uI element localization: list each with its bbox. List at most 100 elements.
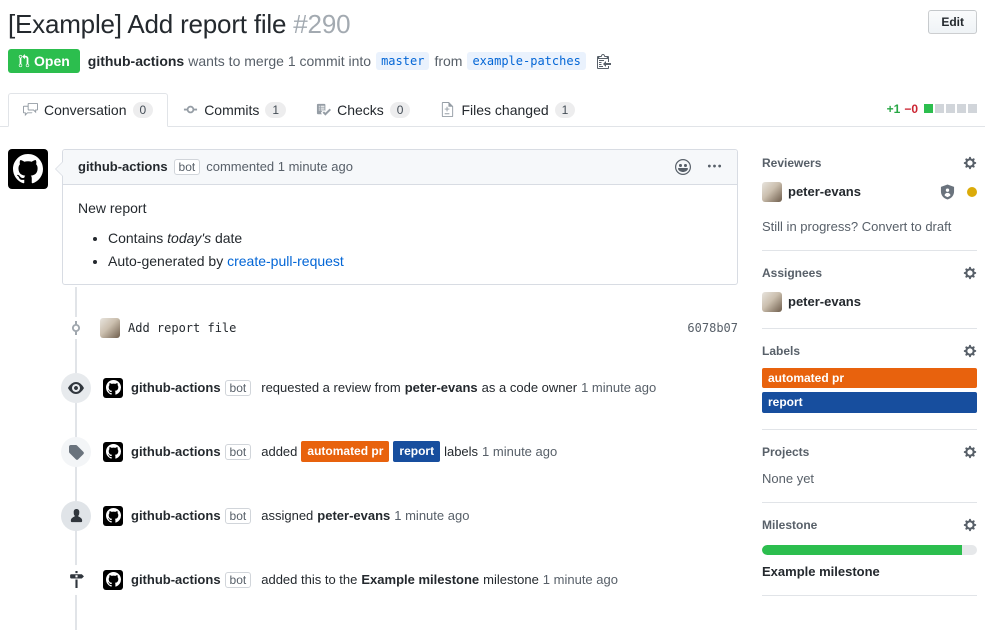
tab-commits-count: 1 bbox=[265, 102, 286, 118]
edit-button[interactable]: Edit bbox=[928, 10, 977, 34]
bullet-text: date bbox=[215, 230, 242, 246]
tab-conversation-count: 0 bbox=[133, 102, 154, 118]
bullet-text: Auto-generated by bbox=[108, 253, 223, 269]
assignee-link[interactable]: peter-evans bbox=[317, 508, 390, 523]
sidebar-section-milestone: Milestone Example milestone bbox=[762, 502, 977, 595]
sidebar-section-labels: Labels automated pr report bbox=[762, 328, 977, 430]
merge-text-1: wants to merge 1 commit into bbox=[188, 53, 371, 69]
comment-header: github-actions bot commented 1 minute ag… bbox=[63, 150, 737, 185]
comment-list: Contains today's date Auto-generated by … bbox=[78, 230, 722, 269]
file-diff-icon bbox=[440, 102, 455, 117]
tab-checks[interactable]: Checks 0 bbox=[301, 93, 425, 127]
status-badge-label: Open bbox=[34, 53, 70, 69]
reviewer-name[interactable]: peter-evans bbox=[788, 184, 861, 199]
actor-link[interactable]: github-actions bbox=[131, 508, 221, 523]
event-text: labels bbox=[444, 444, 478, 459]
diff-stats[interactable]: +1 −0 bbox=[887, 102, 977, 126]
pr-meta: Open github-actions wants to merge 1 com… bbox=[8, 49, 977, 73]
timeline-event-labels-added: github-actions bot added automated pr re… bbox=[8, 437, 738, 467]
tab-commits[interactable]: Commits 1 bbox=[168, 93, 301, 127]
assignee-avatar[interactable] bbox=[762, 292, 782, 312]
tab-checks-count: 0 bbox=[390, 102, 411, 118]
gear-icon[interactable] bbox=[963, 344, 977, 358]
actor-link[interactable]: github-actions bbox=[131, 444, 221, 459]
tab-conversation-label: Conversation bbox=[44, 102, 127, 118]
list-item: Contains today's date bbox=[108, 230, 722, 246]
actor-link[interactable]: github-actions bbox=[131, 380, 221, 395]
sidebar-divider bbox=[762, 595, 977, 596]
gear-icon[interactable] bbox=[963, 156, 977, 170]
person-icon bbox=[61, 501, 91, 531]
diff-block bbox=[946, 104, 955, 113]
convert-to-draft-link[interactable]: Convert to draft bbox=[862, 219, 952, 234]
list-item: Auto-generated by create-pull-request bbox=[108, 253, 722, 269]
reviewer-avatar[interactable] bbox=[762, 182, 782, 202]
commit-row: Add report file 6078b07 bbox=[8, 317, 738, 339]
milestone-name-link[interactable]: Example milestone bbox=[762, 564, 977, 579]
github-actions-avatar[interactable] bbox=[8, 149, 48, 189]
commit-message-link[interactable]: Add report file bbox=[128, 321, 236, 335]
actor-link[interactable]: github-actions bbox=[131, 572, 221, 587]
milestone-progress-fill bbox=[762, 545, 962, 555]
timeline-event-milestoned: github-actions bot added this to the Exa… bbox=[8, 565, 738, 595]
sidebar-section-assignees: Assignees peter-evans bbox=[762, 250, 977, 328]
label-automated-pr[interactable]: automated pr bbox=[762, 368, 977, 389]
comment-actions bbox=[675, 159, 722, 175]
event-text: assigned bbox=[261, 508, 313, 523]
sidebar-section-reviewers: Reviewers peter-evans bbox=[762, 149, 977, 250]
github-actions-avatar[interactable] bbox=[103, 378, 123, 398]
pr-tab-bar: Conversation 0 Commits 1 Checks 0 Files … bbox=[0, 93, 985, 127]
event-timestamp[interactable]: 1 minute ago bbox=[394, 508, 469, 523]
event-text: as a code owner bbox=[482, 380, 577, 395]
comment-author-link[interactable]: github-actions bbox=[78, 159, 168, 174]
event-timestamp[interactable]: 1 minute ago bbox=[581, 380, 656, 395]
pr-title: [Example] Add report file bbox=[8, 9, 286, 39]
gear-icon[interactable] bbox=[963, 266, 977, 280]
commit-sha-link[interactable]: 6078b07 bbox=[687, 321, 738, 335]
committer-avatar[interactable] bbox=[100, 318, 120, 338]
event-text: requested a review from bbox=[261, 380, 400, 395]
tab-files-changed[interactable]: Files changed 1 bbox=[425, 93, 590, 127]
reviewer-link[interactable]: peter-evans bbox=[405, 380, 478, 395]
event-text: added bbox=[261, 444, 297, 459]
diff-block bbox=[957, 104, 966, 113]
pr-number: #290 bbox=[293, 9, 350, 39]
github-actions-avatar[interactable] bbox=[103, 506, 123, 526]
sidebar-section-projects: Projects None yet bbox=[762, 429, 977, 502]
label-report[interactable]: report bbox=[762, 392, 977, 413]
milestone-progress-bar bbox=[762, 545, 977, 555]
timeline-event-assigned: github-actions bot assigned peter-evans … bbox=[8, 501, 738, 531]
copy-branch-icon[interactable] bbox=[597, 53, 611, 69]
event-text: added this to the bbox=[261, 572, 357, 587]
timeline: Add report file 6078b07 github-actions b… bbox=[8, 317, 738, 630]
diff-block bbox=[935, 104, 944, 113]
github-actions-avatar[interactable] bbox=[103, 570, 123, 590]
label-report[interactable]: report bbox=[393, 441, 440, 461]
tab-files-changed-label: Files changed bbox=[461, 102, 548, 118]
diff-block bbox=[924, 104, 933, 113]
event-timestamp[interactable]: 1 minute ago bbox=[543, 572, 618, 587]
tab-conversation[interactable]: Conversation 0 bbox=[8, 93, 168, 127]
gear-icon[interactable] bbox=[963, 518, 977, 532]
pr-page: [Example] Add report file #290 Edit Open… bbox=[0, 0, 985, 630]
assignee-name[interactable]: peter-evans bbox=[788, 294, 861, 309]
sidebar: Reviewers peter-evans bbox=[762, 149, 977, 630]
gear-icon[interactable] bbox=[963, 445, 977, 459]
event-timestamp[interactable]: 1 minute ago bbox=[482, 444, 557, 459]
bot-badge: bot bbox=[225, 444, 252, 460]
kebab-menu-icon[interactable] bbox=[707, 159, 722, 174]
tab-commits-label: Commits bbox=[204, 102, 259, 118]
github-actions-avatar[interactable] bbox=[103, 442, 123, 462]
deletions-count: −0 bbox=[904, 102, 918, 116]
smiley-icon[interactable] bbox=[675, 159, 691, 175]
head-branch-chip[interactable]: example-patches bbox=[467, 52, 585, 70]
base-branch-chip[interactable]: master bbox=[376, 52, 429, 70]
milestone-link[interactable]: Example milestone bbox=[361, 572, 479, 587]
bullet-text: Contains bbox=[108, 230, 163, 246]
create-pull-request-link[interactable]: create-pull-request bbox=[227, 253, 344, 269]
pr-author-link[interactable]: github-actions bbox=[88, 53, 184, 69]
comment-timestamp[interactable]: commented 1 minute ago bbox=[206, 159, 353, 174]
reviewers-heading: Reviewers bbox=[762, 156, 821, 170]
event-text: milestone bbox=[483, 572, 539, 587]
label-automated-pr[interactable]: automated pr bbox=[301, 441, 389, 461]
